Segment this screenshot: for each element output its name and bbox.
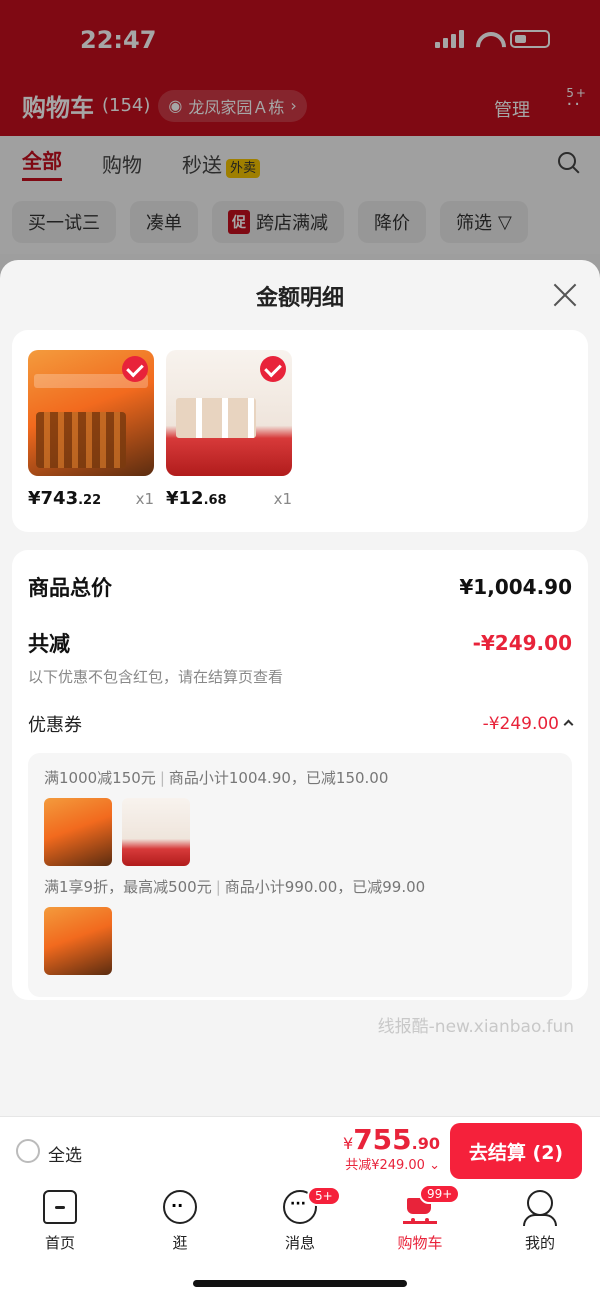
chevron-up-icon: [563, 719, 574, 729]
sheet-title: 金额明细: [255, 286, 344, 311]
coupon-rule-text: 满1享9折，最高减500元: [44, 878, 212, 896]
product-boxes: [176, 398, 256, 438]
price-dec: .22: [78, 493, 102, 508]
mini-product-image: [44, 907, 112, 975]
coupon-rule-detail: 商品小计1004.90，已减150.00: [168, 769, 389, 787]
product-item[interactable]: ¥743.22 x1: [28, 350, 154, 512]
product-price: ¥743.22: [28, 488, 101, 509]
close-icon[interactable]: [552, 282, 578, 308]
checkout-bar: 全选 ¥755.90 共减¥249.00 ⌄ 去结算 (2): [0, 1116, 600, 1184]
coupon-label: 优惠券: [28, 715, 82, 736]
tab-profile-label: 我的: [524, 1234, 555, 1252]
select-all-label[interactable]: 全选: [48, 1141, 82, 1166]
checkout-button[interactable]: 去结算 (2): [450, 1123, 582, 1179]
coupon-1-products: [44, 798, 556, 866]
discount-note: 以下优惠不包含红包，请在结算页查看: [28, 668, 284, 686]
product-price: ¥12.68: [166, 488, 227, 509]
product-image: [28, 350, 154, 476]
tab-home-label: 首页: [44, 1234, 75, 1252]
tab-cart[interactable]: 99+ 购物车: [380, 1184, 461, 1253]
mini-product-image: [44, 798, 112, 866]
total-label: 商品总价: [28, 576, 112, 600]
product-qty: x1: [135, 490, 154, 508]
product-item[interactable]: ¥12.68 x1: [166, 350, 292, 512]
price-breakdown: 商品总价 ¥1,004.90 共减 -¥249.00 以下优惠不包含红包，请在结…: [12, 550, 588, 1000]
product-image: [166, 350, 292, 476]
tab-browse[interactable]: 逛: [140, 1190, 220, 1253]
checked-icon: [122, 356, 148, 382]
price-dec: .68: [203, 493, 227, 508]
profile-icon: [523, 1190, 557, 1226]
divider: |: [215, 878, 221, 896]
tab-messages[interactable]: 5+ 消息: [260, 1186, 341, 1253]
price-int: ¥12: [166, 488, 204, 509]
tab-messages-label: 消息: [284, 1234, 315, 1252]
product-meta: ¥12.68 x1: [166, 488, 292, 509]
message-badge: 5+: [307, 1186, 341, 1206]
discount-row: 共减 -¥249.00: [28, 628, 572, 658]
tab-cart-label: 购物车: [397, 1234, 443, 1252]
browse-icon: [163, 1190, 197, 1224]
select-all-radio[interactable]: [16, 1139, 40, 1163]
coupon-2-products: [44, 907, 556, 975]
saved-text: 共减¥249.00: [345, 1158, 425, 1173]
total-value: ¥1,004.90: [459, 575, 572, 599]
mini-product-image: [122, 798, 190, 866]
coupon-row[interactable]: 优惠券 -¥249.00: [28, 711, 574, 737]
coupon-value: -¥249.00: [482, 714, 559, 734]
amount-dec: .90: [411, 1134, 440, 1153]
discount-value: -¥249.00: [472, 631, 572, 655]
cart-badge: 99+: [419, 1184, 461, 1204]
product-bottles: [36, 412, 126, 468]
watermark: 线报酷-new.xianbao.fun: [377, 1017, 574, 1037]
coupon-rule-2: 满1享9折，最高减500元 | 商品小计990.00，已减99.00: [44, 876, 556, 897]
currency: ¥: [343, 1134, 354, 1153]
checked-icon: [260, 356, 286, 382]
home-icon: [43, 1190, 77, 1224]
message-icon: 5+: [283, 1186, 341, 1224]
profile-head: [527, 1190, 553, 1216]
divider: |: [159, 769, 165, 787]
coupon-rule-text: 满1000减150元: [44, 769, 156, 787]
product-qty: x1: [273, 490, 292, 508]
discount-label: 共减: [28, 632, 70, 656]
price-int: ¥743: [28, 488, 79, 509]
home-indicator[interactable]: [193, 1280, 407, 1287]
coupon-value-wrap: -¥249.00: [482, 714, 574, 734]
selected-products: ¥743.22 x1 ¥12.68 x1: [12, 330, 588, 532]
coupon-details: 满1000减150元 | 商品小计1004.90，已减150.00 满1享9折，最高…: [28, 753, 572, 997]
total-row: 商品总价 ¥1,004.90: [28, 572, 572, 602]
tab-browse-label: 逛: [172, 1234, 188, 1252]
amount-int: 755: [353, 1123, 412, 1156]
checkout-total[interactable]: ¥755.90 共减¥249.00 ⌄: [343, 1123, 440, 1173]
cart-icon: 99+: [403, 1184, 461, 1224]
tab-profile[interactable]: 我的: [500, 1190, 580, 1253]
checkout-amount: ¥755.90: [343, 1123, 440, 1156]
product-meta: ¥743.22 x1: [28, 488, 154, 509]
tab-home[interactable]: 首页: [20, 1190, 100, 1253]
coupon-rule-detail: 商品小计990.00，已减99.00: [224, 878, 426, 896]
chevron-down-icon: ⌄: [429, 1158, 440, 1173]
checkout-saved: 共减¥249.00 ⌄: [343, 1154, 440, 1173]
coupon-rule-1: 满1000减150元 | 商品小计1004.90，已减150.00: [44, 767, 556, 788]
